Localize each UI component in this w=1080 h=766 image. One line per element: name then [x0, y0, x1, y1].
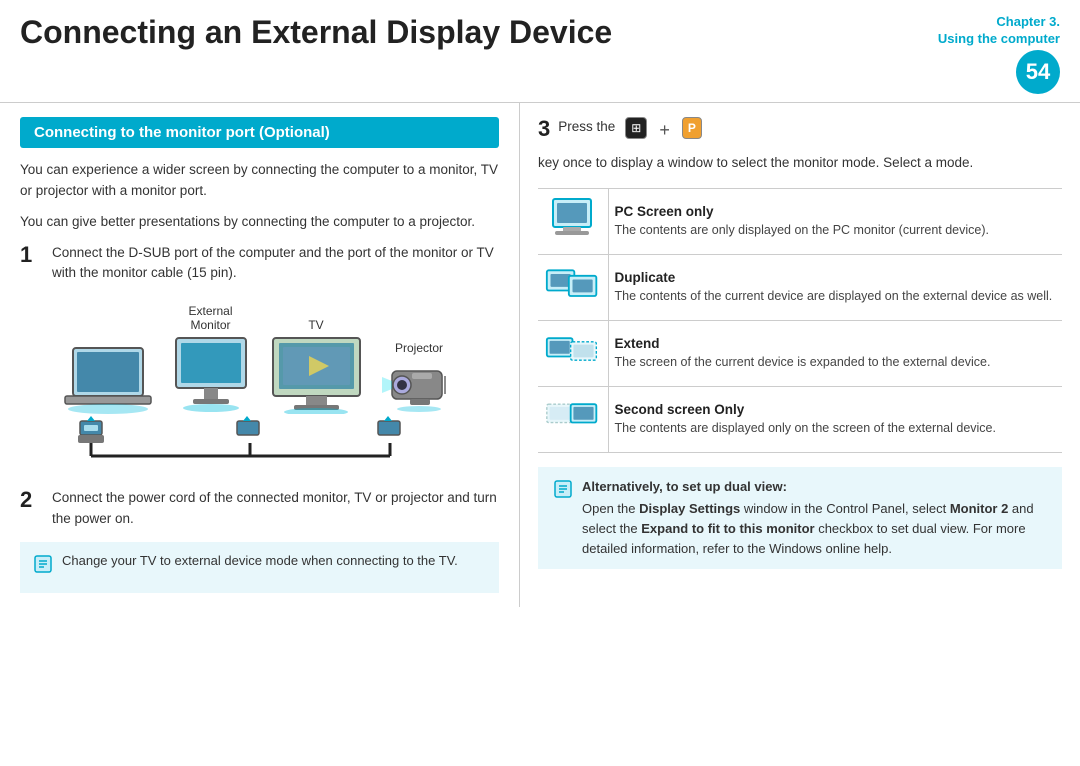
win-key-badge: ⊞ — [625, 117, 647, 140]
laptop-group — [63, 344, 153, 414]
note-icon — [32, 553, 54, 584]
mode-desc-3: The screen of the current device is expa… — [615, 353, 1057, 371]
mode-icon-cell-2 — [538, 254, 608, 320]
projector-icon — [382, 359, 457, 414]
mode-icon-cell-1 — [538, 188, 608, 254]
step-3-inline: 3 Press the ⊞ + P key once to display a … — [538, 117, 1062, 174]
mode-desc-2: The contents of the current device are d… — [615, 287, 1057, 305]
mode-table: PC Screen only The contents are only dis… — [538, 188, 1062, 453]
monitor-icon — [171, 336, 251, 414]
tip-content: Alternatively, to set up dual view: Open… — [582, 477, 1048, 560]
mode-desc-1: The contents are only displayed on the P… — [615, 221, 1057, 239]
step-2-number: 2 — [20, 488, 42, 512]
step-1-number: 1 — [20, 243, 42, 267]
step-3-area: 3 Press the ⊞ + P key once to display a … — [538, 117, 1062, 174]
page-number: 54 — [1016, 50, 1060, 94]
mode-name-3: Extend — [615, 336, 1057, 351]
content-area: Connecting to the monitor port (Optional… — [0, 103, 1080, 607]
step-3-text-before: Press the — [558, 117, 615, 138]
step-2: 2 Connect the power cord of the connecte… — [20, 488, 499, 530]
mode-text-cell-3: Extend The screen of the current device … — [608, 320, 1062, 386]
monitor-group: External Monitor — [171, 304, 251, 414]
intro-text-2: You can give better presentations by con… — [20, 212, 499, 233]
mode-row-2: Duplicate The contents of the current de… — [538, 254, 1062, 320]
plus-sign: + — [659, 117, 670, 145]
left-column: Connecting to the monitor port (Optional… — [0, 103, 520, 607]
projector-group: Projector — [382, 341, 457, 414]
section-header: Connecting to the monitor port (Optional… — [20, 117, 499, 148]
note-box: Change your TV to external device mode w… — [20, 542, 499, 593]
tip-title: Alternatively, to set up dual view: — [582, 477, 1048, 497]
tip-icon — [552, 478, 574, 510]
pencil-icon — [32, 553, 54, 575]
step-3-text-after: key once to display a window to select t… — [538, 153, 973, 174]
mode-text-cell-2: Duplicate The contents of the current de… — [608, 254, 1062, 320]
pc-screen-only-icon — [545, 197, 600, 241]
extend-icon — [545, 329, 600, 373]
intro-text-1: You can experience a wider screen by con… — [20, 160, 499, 202]
chapter-label: Chapter 3. Using the computer — [938, 14, 1060, 48]
note-text: Change your TV to external device mode w… — [62, 551, 458, 571]
step-2-text: Connect the power cord of the connected … — [52, 488, 499, 530]
device-illustration: External Monitor TV — [20, 296, 499, 474]
duplicate-icon — [545, 263, 600, 307]
mode-name-1: PC Screen only — [615, 204, 1057, 219]
mode-icon-cell-3 — [538, 320, 608, 386]
mode-name-4: Second screen Only — [615, 402, 1057, 417]
mode-text-cell-1: PC Screen only The contents are only dis… — [608, 188, 1062, 254]
mode-row-3: Extend The screen of the current device … — [538, 320, 1062, 386]
cable-diagram — [40, 416, 480, 466]
chapter-badge: Chapter 3. Using the computer 54 — [938, 14, 1060, 94]
mode-name-2: Duplicate — [615, 270, 1057, 285]
tip-body: Open the Display Settings window in the … — [582, 499, 1048, 559]
step-3-number: 3 — [538, 117, 550, 141]
page-title: Connecting an External Display Device — [20, 14, 938, 51]
tip-pencil-icon — [552, 478, 574, 500]
right-column: 3 Press the ⊞ + P key once to display a … — [520, 103, 1080, 607]
tv-label: TV — [308, 318, 323, 332]
tv-group: TV — [269, 318, 364, 414]
step-1: 1 Connect the D-SUB port of the computer… — [20, 243, 499, 285]
projector-label: Projector — [395, 341, 443, 355]
p-key-badge: P — [682, 117, 702, 140]
mode-row-4: Second screen Only The contents are disp… — [538, 386, 1062, 452]
second-screen-icon — [545, 395, 600, 439]
mode-desc-4: The contents are displayed only on the s… — [615, 419, 1057, 437]
device-row: External Monitor TV — [63, 304, 457, 414]
mode-text-cell-4: Second screen Only The contents are disp… — [608, 386, 1062, 452]
mode-icon-cell-4 — [538, 386, 608, 452]
header: Connecting an External Display Device Ch… — [0, 0, 1080, 103]
laptop-icon — [63, 344, 153, 414]
tv-icon — [269, 336, 364, 414]
tip-box: Alternatively, to set up dual view: Open… — [538, 467, 1062, 570]
mode-row-1: PC Screen only The contents are only dis… — [538, 188, 1062, 254]
page-container: Connecting an External Display Device Ch… — [0, 0, 1080, 766]
step-1-text: Connect the D-SUB port of the computer a… — [52, 243, 499, 285]
monitor-label: External Monitor — [188, 304, 232, 332]
